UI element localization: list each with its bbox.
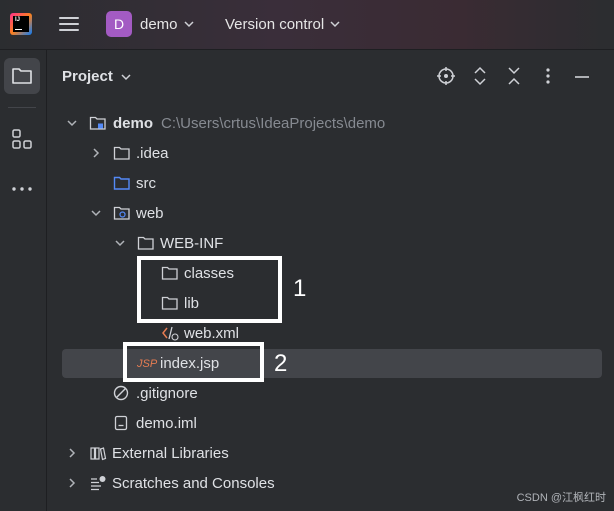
libraries-icon (90, 447, 107, 461)
project-badge: D (106, 11, 132, 37)
chevron-down-icon[interactable] (66, 117, 78, 129)
chevron-down-icon (121, 73, 131, 80)
tree-item-demo[interactable]: demo C:\Users\crtus\IdeaProjects\demo (62, 109, 602, 137)
tree-item-web[interactable]: web (62, 199, 602, 227)
more-options-icon (546, 68, 550, 84)
tree-item-external-libraries[interactable]: External Libraries (62, 439, 602, 467)
locate-button[interactable] (436, 66, 456, 86)
annotation-number-1: 1 (293, 275, 307, 302)
panel-toolbar (436, 66, 592, 86)
collapse-all-icon (508, 67, 520, 85)
tree-item-gitignore[interactable]: .gitignore (62, 379, 602, 407)
project-path: C:\Users\crtus\IdeaProjects\demo (161, 114, 386, 132)
tree-item-label: web (136, 204, 164, 222)
folder-icon (12, 68, 32, 84)
options-button[interactable] (538, 66, 558, 86)
structure-tool-button[interactable] (4, 121, 40, 157)
tree-item-src[interactable]: src (62, 169, 602, 197)
strip-divider (8, 107, 36, 108)
annotation-box-2 (123, 342, 264, 382)
version-control-label: Version control (225, 15, 325, 33)
main-menu-button[interactable] (58, 13, 80, 35)
tree-item-idea[interactable]: .idea (62, 139, 602, 167)
title-bar: IJ D demo Version control (0, 0, 614, 50)
chevron-down-icon[interactable] (90, 207, 102, 219)
panel-title-label: Project (62, 68, 113, 85)
tree-item-label: External Libraries (112, 444, 229, 462)
source-folder-icon (113, 176, 130, 190)
iml-file-icon (114, 415, 128, 431)
version-control-menu[interactable]: Version control (225, 11, 340, 37)
tree-item-label: .idea (136, 144, 169, 162)
tree-item-label: Scratches and Consoles (112, 474, 275, 492)
expand-collapse-icon (474, 66, 486, 86)
chevron-down-icon (184, 21, 194, 28)
hide-panel-button[interactable] (572, 66, 592, 86)
annotation-box-1 (137, 256, 282, 323)
tree-item-web-inf[interactable]: WEB-INF (62, 229, 602, 257)
locate-icon (437, 67, 455, 85)
chevron-down-icon (330, 21, 340, 28)
project-name: demo (140, 15, 178, 33)
annotation-number-2: 2 (274, 350, 288, 377)
module-folder-icon (89, 116, 106, 130)
hide-icon (575, 76, 589, 78)
web-folder-icon (113, 206, 130, 220)
tree-item-demo-iml[interactable]: demo.iml (62, 409, 602, 437)
panel-title[interactable]: Project (62, 68, 131, 85)
tree-item-label: demo.iml (136, 414, 197, 432)
expand-all-button[interactable] (470, 66, 490, 86)
scratches-icon (91, 476, 106, 491)
watermark: CSDN @江枫红时 (516, 492, 606, 504)
more-tools-button[interactable] (4, 171, 40, 207)
tree-item-label: demo C:\Users\crtus\IdeaProjects\demo (113, 114, 386, 132)
tool-window-strip (0, 50, 47, 511)
more-horizontal-icon (12, 187, 32, 191)
project-tool-button[interactable] (4, 58, 40, 94)
chevron-right-icon[interactable] (66, 477, 78, 489)
ignored-file-icon (113, 385, 129, 401)
structure-icon (12, 129, 32, 149)
xml-file-icon (162, 326, 179, 341)
chevron-right-icon[interactable] (90, 147, 102, 159)
folder-icon (137, 236, 154, 250)
intellij-logo-icon[interactable]: IJ (10, 13, 32, 35)
tree-item-label: .gitignore (136, 384, 198, 402)
project-tool-window: Project demo C:\Users\crtus\IdeaProjects… (47, 50, 614, 511)
project-switcher[interactable]: D demo (106, 11, 194, 37)
collapse-all-button[interactable] (504, 66, 524, 86)
folder-icon (113, 146, 130, 160)
tree-item-label: web.xml (184, 324, 240, 342)
tree-item-label: src (136, 174, 156, 192)
chevron-down-icon[interactable] (114, 237, 126, 249)
chevron-right-icon[interactable] (66, 447, 78, 459)
tree-item-label: WEB-INF (160, 234, 224, 252)
